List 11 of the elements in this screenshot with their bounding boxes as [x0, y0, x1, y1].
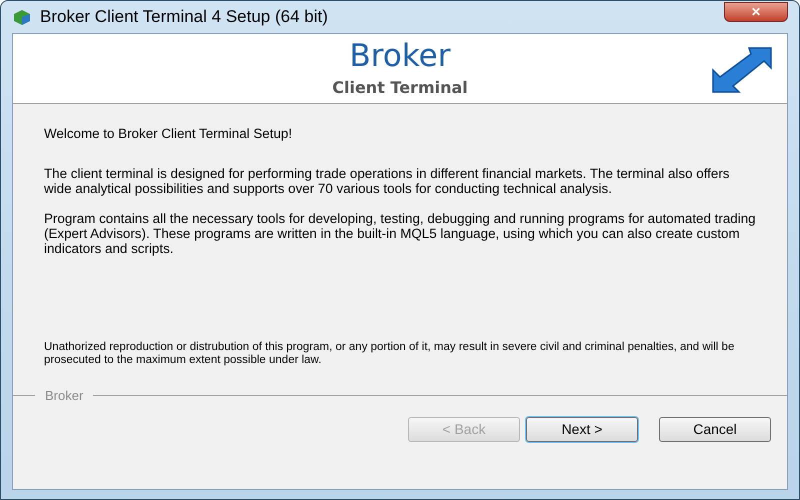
group-label: Broker — [44, 387, 84, 405]
app-icon — [12, 8, 32, 26]
description-paragraph: Program contains all the necessary tools for developing, testing, debugging and running programs for automated trading (Expert Advisors). These programs are written in the built-in MQL5 language, using which you can also create custom indicators and scripts. — [44, 211, 756, 256]
legal-notice: Unathorized reproduction or distrubution of this program, or any portion of it, may result in severe civil and criminal penalties, and will be prosecuted to the maximum extent possible under law. — [44, 341, 736, 367]
brand-title: Broker — [350, 38, 450, 74]
description-paragraph: The client terminal is designed for performing trade operations in different financial markets. The terminal also offers wide analytical possibilities and supports over 70 various tools for conducting technical analysis. — [44, 166, 730, 196]
wizard-button[interactable]: Next > — [526, 416, 638, 442]
welcome-heading: Welcome to Broker Client Terminal Setup! — [44, 126, 294, 141]
wizard-button[interactable]: Cancel — [659, 416, 771, 442]
window-title: Broker Client Terminal 4 Setup (64 bit) — [40, 6, 328, 28]
brand-subtitle: Client Terminal — [332, 77, 468, 99]
